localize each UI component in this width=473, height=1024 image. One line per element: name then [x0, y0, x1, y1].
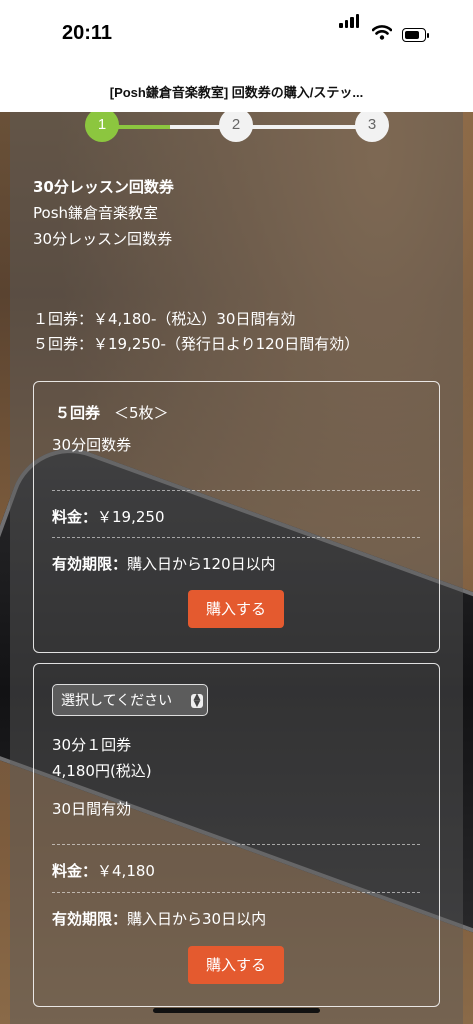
price-info-2: ５回券：￥19,250-（発行日より120日間有効） [33, 335, 360, 353]
status-bar: 20:11 [0, 0, 473, 70]
card2-validity-label: 有効期限： [52, 910, 128, 928]
battery-icon [402, 28, 429, 42]
purchase-button-5[interactable]: 購入する [188, 590, 284, 628]
select-chevron-icon: ▲ ▼ [191, 693, 203, 709]
home-indicator[interactable] [153, 1008, 320, 1013]
card2-price: 料金：￥4,180 [52, 860, 155, 881]
card2-divider-2 [52, 892, 420, 893]
content-area: 1 2 3 30分レッスン回数券 Posh鎌倉音楽教室 30分レッスン回数券 １… [0, 112, 473, 1024]
card1-price-label: 料金： [52, 508, 98, 526]
card1-price-value: ￥19,250 [97, 508, 165, 526]
card2-desc-1: 30分１回券 [52, 736, 132, 754]
card1-price: 料金：￥19,250 [52, 506, 165, 527]
card2-price-value: ￥4,180 [97, 862, 155, 880]
price-info-1: １回券：￥4,180-（税込）30日間有効 [33, 310, 296, 328]
card2-price-label: 料金： [52, 862, 98, 880]
card1-title: ５回券 ＜5枚＞ [55, 402, 169, 423]
card2-divider-1 [52, 844, 420, 845]
card1-validity: 有効期限：購入日から120日以内 [52, 553, 276, 574]
card2-validity-value: 購入日から30日以内 [127, 910, 267, 928]
wifi-icon [372, 25, 392, 40]
card1-divider-2 [52, 537, 420, 538]
status-time: 20:11 [62, 22, 113, 44]
card1-validity-value: 購入日から120日以内 [127, 555, 276, 573]
card1-desc: 30分回数券 [52, 436, 132, 454]
school-name: Posh鎌倉音楽教室 [33, 204, 159, 222]
ticket-select[interactable]: 選択してください ▲ ▼ [52, 684, 208, 716]
card2-desc-2: 4,180円(税込) [52, 762, 152, 780]
ticket-select-value: 選択してください [61, 693, 173, 709]
purchase-button-1[interactable]: 購入する [188, 946, 284, 984]
browser-title-bar: [Posh鎌倉音楽教室] 回数券の購入/ステッ... [0, 70, 473, 113]
page-title: [Posh鎌倉音楽教室] 回数券の購入/ステッ... [109, 85, 364, 100]
card2-desc-3: 30日間有効 [52, 800, 132, 818]
card1-validity-label: 有効期限： [52, 555, 128, 573]
card1-divider-1 [52, 490, 420, 491]
card2-validity: 有効期限：購入日から30日以内 [52, 908, 266, 929]
card1-subtitle: ＜5枚＞ [114, 404, 169, 422]
ticket-name: 30分レッスン回数券 [33, 230, 173, 248]
ticket-heading: 30分レッスン回数券 [33, 178, 174, 196]
card1-title-text: ５回券 [55, 404, 101, 422]
